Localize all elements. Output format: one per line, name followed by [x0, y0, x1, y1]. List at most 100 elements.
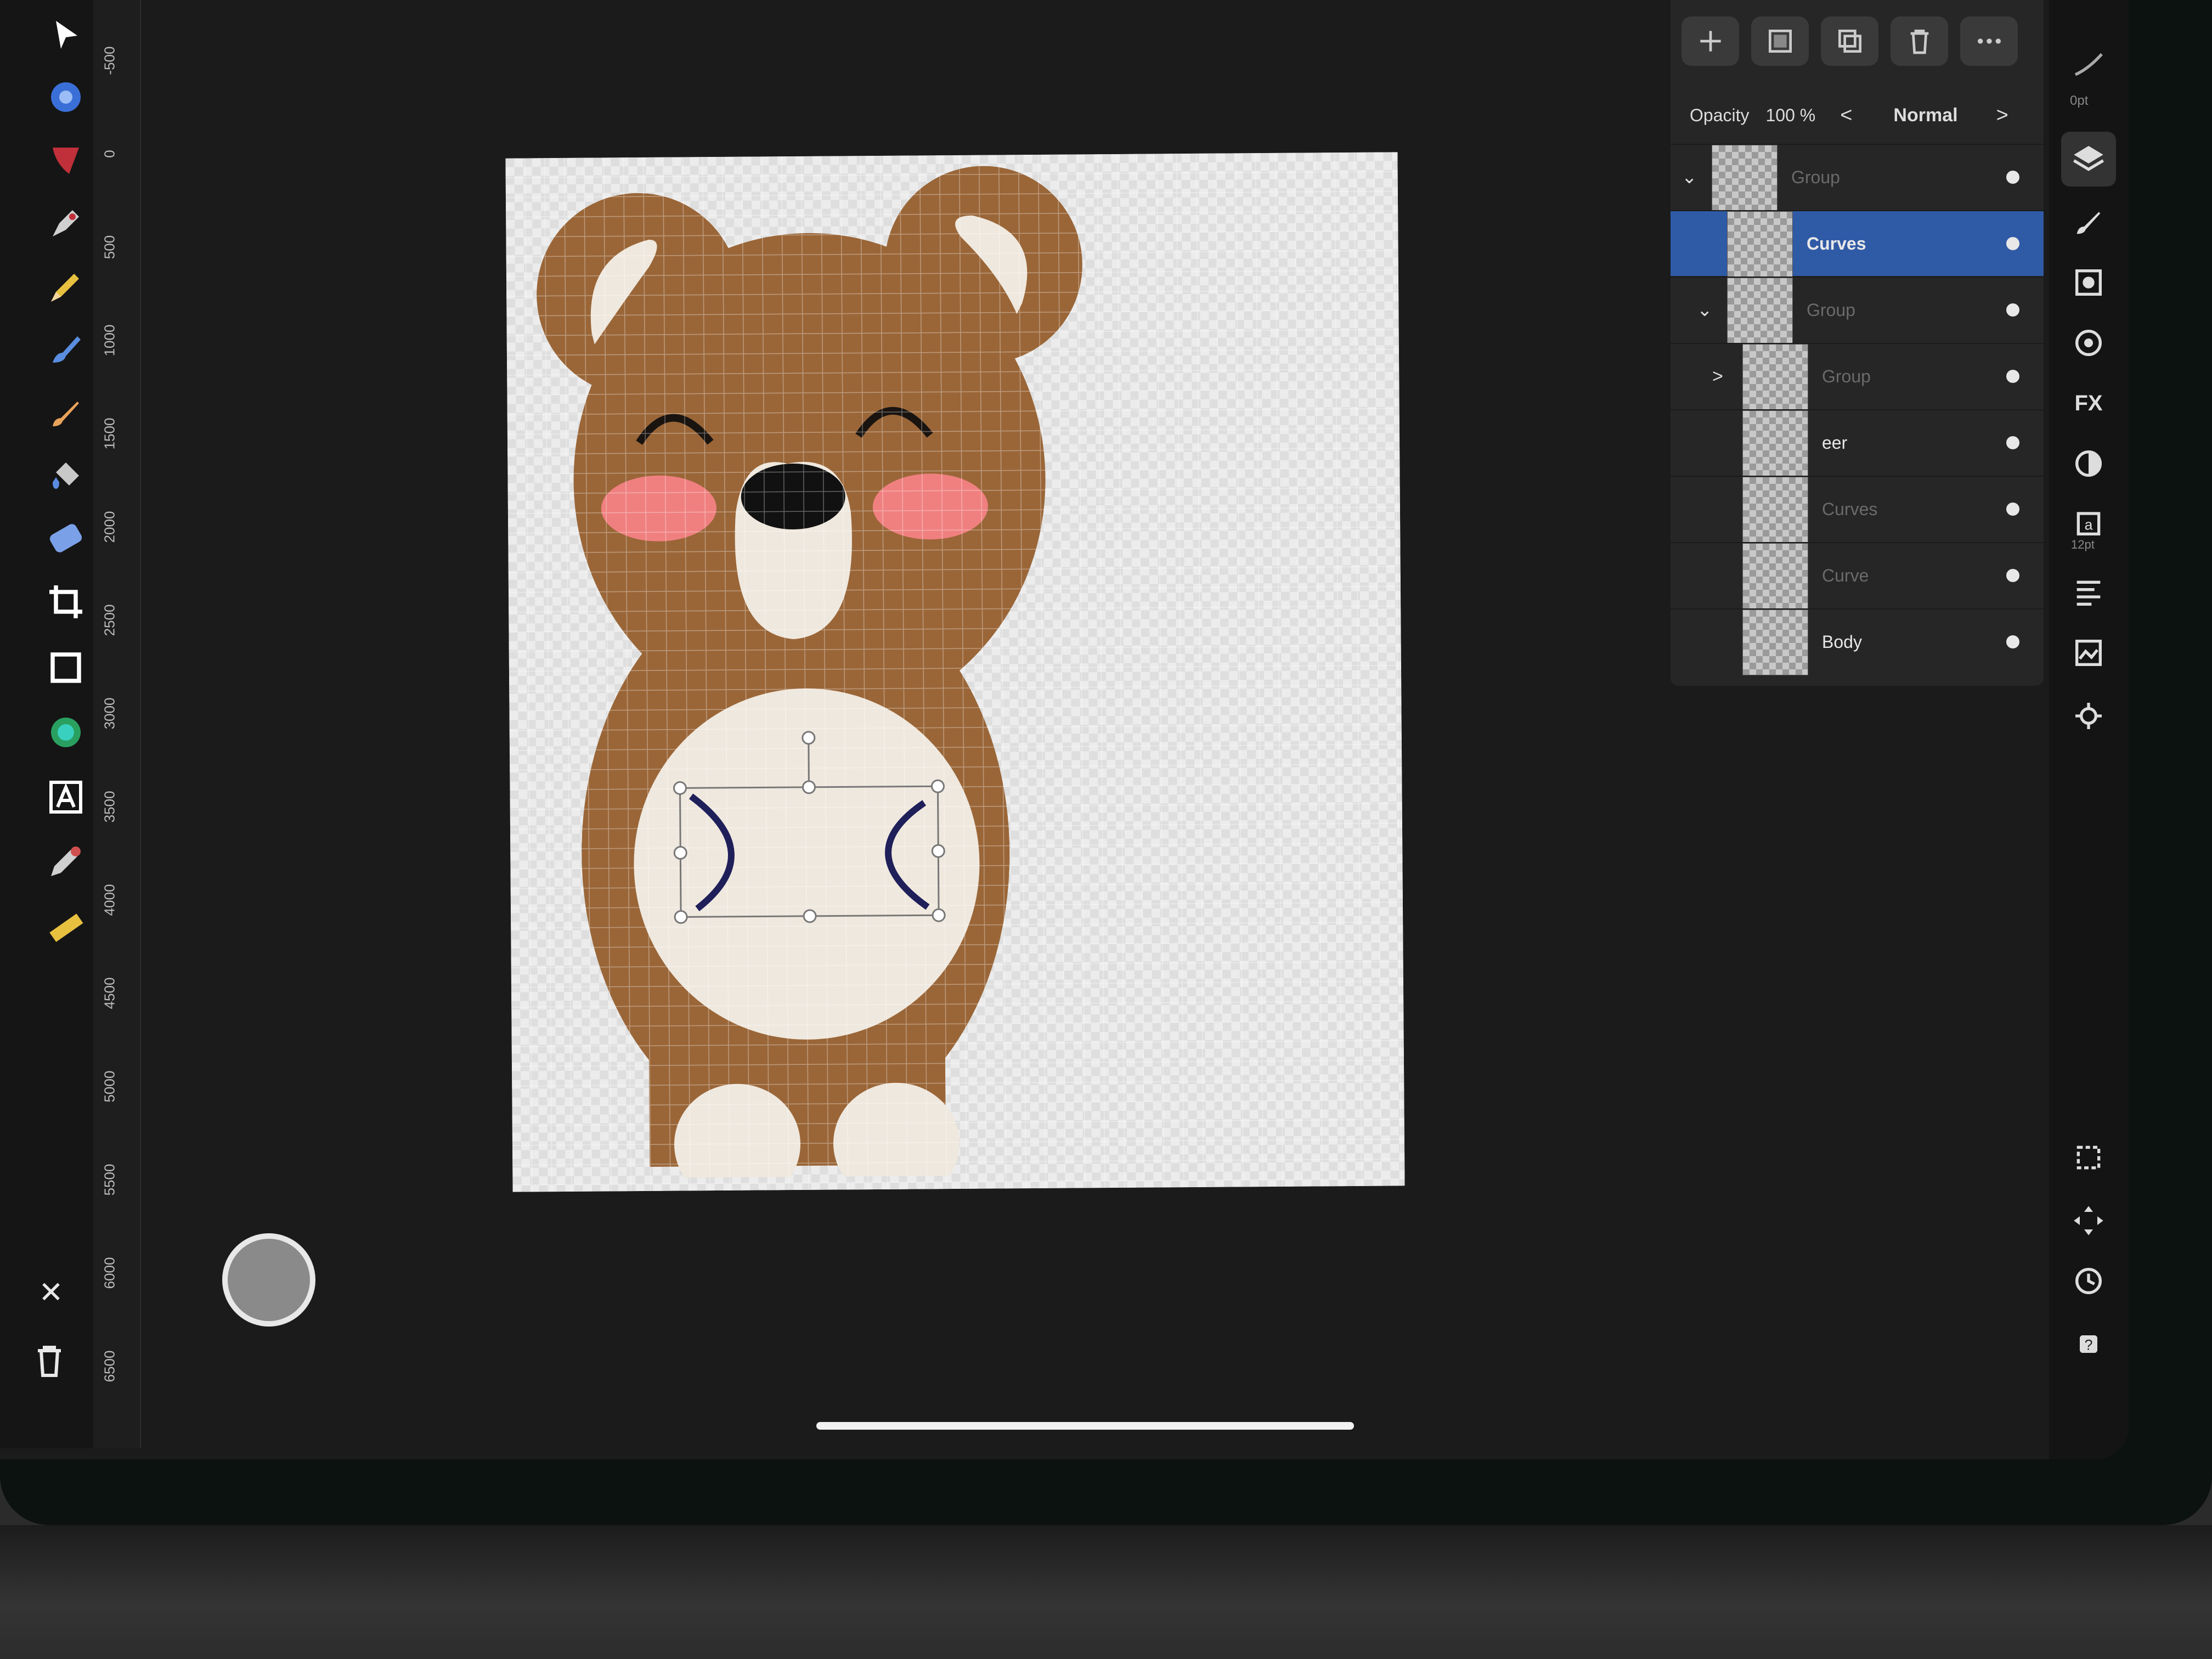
- close-icon[interactable]: ✕: [26, 1267, 76, 1317]
- rectangle-tool-icon[interactable]: [41, 643, 91, 692]
- duplicate-layer-button[interactable]: [1821, 16, 1878, 66]
- ruler-mark: 1500: [101, 417, 118, 450]
- visibility-dot-icon[interactable]: [2006, 569, 2019, 582]
- layers-panel: Opacity 100 % < Normal > ⌄ Group Curves ⌄ Gr…: [1671, 0, 2044, 686]
- visibility-dot-icon[interactable]: [2006, 303, 2019, 317]
- layer-thumbnail: [1727, 211, 1793, 277]
- ruler-mark: 2500: [101, 604, 118, 636]
- history-icon[interactable]: [2061, 1254, 2116, 1308]
- navigator-icon[interactable]: [2061, 1193, 2116, 1248]
- ruler-mark: 500: [101, 235, 118, 259]
- adjustments-icon[interactable]: [2061, 436, 2116, 491]
- layer-row[interactable]: ⌄ Group: [1671, 144, 2044, 211]
- ruler-mark: 6500: [101, 1350, 118, 1383]
- visibility-dot-icon[interactable]: [2006, 635, 2019, 648]
- layer-row[interactable]: Curves: [1671, 210, 2044, 277]
- document-canvas[interactable]: [505, 152, 1405, 1205]
- stroke-width-label: 0pt: [2070, 93, 2089, 108]
- ruler-mark: -500: [101, 46, 118, 75]
- transform-icon[interactable]: [2061, 1130, 2116, 1185]
- more-options-button[interactable]: [1960, 16, 2018, 66]
- layer-thumbnail: [1742, 410, 1808, 476]
- pencil-tool-icon[interactable]: [41, 262, 91, 312]
- measure-tool-icon[interactable]: [41, 902, 91, 952]
- fill-tool-icon[interactable]: [41, 451, 91, 500]
- collapse-caret-icon[interactable]: ⌄: [1697, 299, 1713, 321]
- expand-caret-icon[interactable]: >: [1712, 366, 1723, 387]
- layer-row[interactable]: ⌄ Group: [1671, 276, 2044, 343]
- node-tool-icon[interactable]: [41, 72, 91, 122]
- ruler-mark: 4500: [101, 977, 118, 1009]
- blend-prev-button[interactable]: <: [1840, 104, 1852, 127]
- delete-layer-button[interactable]: [1891, 16, 1948, 66]
- layer-row[interactable]: > Group: [1671, 343, 2044, 410]
- layer-name: Group: [1807, 300, 1855, 320]
- opacity-label: Opacity: [1690, 105, 1750, 125]
- ruler-mark: 5500: [101, 1164, 118, 1196]
- screen-record-button[interactable]: [222, 1233, 315, 1327]
- crop-tool-icon[interactable]: [41, 577, 91, 627]
- layer-row[interactable]: Body: [1671, 608, 2044, 675]
- studio-toolbar: 0pt FX a 12pt ?: [2049, 0, 2129, 1459]
- trash-icon[interactable]: [25, 1336, 74, 1385]
- paint-brush-tool-icon[interactable]: [41, 388, 91, 438]
- layer-name: Group: [1822, 366, 1871, 386]
- tools-panel: ✕: [0, 0, 93, 1448]
- ruler-mark: 6000: [101, 1257, 118, 1289]
- visibility-dot-icon[interactable]: [2006, 171, 2019, 184]
- opacity-value[interactable]: 100 %: [1765, 105, 1815, 126]
- layer-row[interactable]: Curve: [1671, 542, 2044, 609]
- visibility-dot-icon[interactable]: [2006, 370, 2019, 383]
- visibility-dot-icon[interactable]: [2006, 237, 2019, 250]
- visibility-dot-icon[interactable]: [2006, 503, 2019, 516]
- visibility-dot-icon[interactable]: [2006, 436, 2019, 449]
- layer-name: Curves: [1807, 233, 1866, 253]
- ruler-mark: 1000: [101, 324, 118, 357]
- swatches-icon[interactable]: [2061, 255, 2116, 310]
- ruler-mark: 3500: [101, 791, 118, 823]
- collapse-caret-icon[interactable]: ⌄: [1681, 166, 1697, 188]
- layer-row[interactable]: eer: [1671, 409, 2044, 476]
- shape-tool-icon[interactable]: [41, 708, 91, 757]
- ruler-mark: 0: [101, 150, 118, 158]
- corner-tool-icon[interactable]: [41, 136, 91, 185]
- ruler-mark: 5000: [101, 1070, 118, 1103]
- opacity-row: Opacity 100 % < Normal >: [1671, 93, 2044, 137]
- layer-name: Body: [1822, 631, 1862, 652]
- color-picker-tool-icon[interactable]: [41, 837, 91, 886]
- help-icon[interactable]: ?: [2061, 1317, 2116, 1372]
- fx-icon[interactable]: FX: [2061, 376, 2116, 431]
- stock-icon[interactable]: [2061, 625, 2116, 680]
- svg-text:?: ?: [2085, 1337, 2093, 1353]
- home-indicator[interactable]: [816, 1422, 1354, 1430]
- ruler-mark: 4000: [101, 884, 118, 916]
- layer-thumbnail: [1742, 610, 1808, 675]
- transparency-tool-icon[interactable]: [41, 514, 91, 563]
- stroke-icon[interactable]: [2061, 38, 2116, 93]
- layer-name: Group: [1791, 167, 1840, 187]
- brushes-icon[interactable]: [2061, 195, 2116, 250]
- text-tool-icon[interactable]: [41, 772, 91, 822]
- layer-row[interactable]: Curves: [1671, 476, 2044, 543]
- layers-icon[interactable]: [2061, 132, 2116, 187]
- color-wheel-icon[interactable]: [2061, 315, 2116, 370]
- app-screen: ✕ -500 0 500 1000 1500 2000 2500 3000 3500 4000 45…: [0, 0, 2129, 1459]
- blend-next-button[interactable]: >: [1996, 104, 2008, 127]
- layer-thumbnail: [1742, 344, 1808, 410]
- layer-thumbnail: [1742, 543, 1808, 609]
- tablet-frame: ✕ -500 0 500 1000 1500 2000 2500 3000 3500 4000 45…: [0, 0, 2212, 1525]
- pen-tool-icon[interactable]: [41, 199, 91, 248]
- blend-mode-selector[interactable]: Normal: [1893, 105, 1957, 126]
- paragraph-icon[interactable]: [2061, 565, 2116, 620]
- vector-brush-tool-icon[interactable]: [41, 325, 91, 374]
- mask-layer-button[interactable]: [1751, 16, 1809, 66]
- bear-illustration: [505, 152, 1405, 1205]
- assets-icon[interactable]: [2061, 689, 2116, 743]
- add-layer-button[interactable]: [1681, 16, 1739, 66]
- ruler-mark: 3000: [101, 697, 118, 730]
- layer-thumbnail: [1727, 278, 1793, 343]
- layer-name: Curves: [1822, 499, 1878, 519]
- layer-thumbnail: [1712, 145, 1778, 211]
- move-tool-icon[interactable]: [41, 11, 91, 60]
- vertical-ruler: -500 0 500 1000 1500 2000 2500 3000 3500 4000 4500…: [93, 0, 141, 1448]
